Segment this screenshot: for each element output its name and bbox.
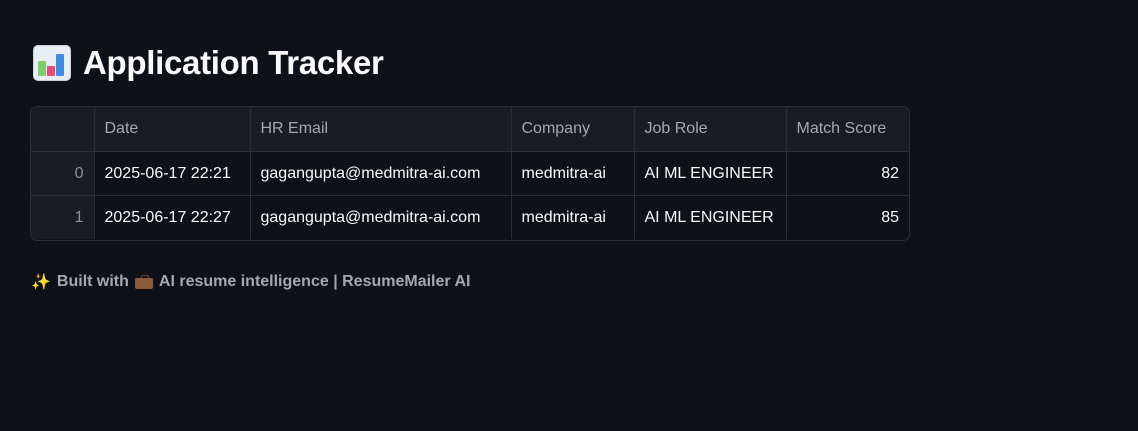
data-table[interactable]: Date HR Email Company Job Role Match Sco…	[30, 106, 910, 241]
column-header-match-score[interactable]: Match Score	[786, 107, 909, 152]
column-header-date[interactable]: Date	[94, 107, 251, 152]
footer: ✨ Built with AI resume intelligence | Re…	[31, 272, 470, 292]
column-header-job-role[interactable]: Job Role	[634, 107, 787, 152]
cell-job-role[interactable]: AI ML ENGINEER	[634, 195, 787, 239]
cell-hr-email[interactable]: gagangupta@medmitra-ai.com	[250, 195, 512, 239]
cell-date[interactable]: 2025-06-17 22:21	[94, 151, 251, 196]
row-index: 0	[31, 151, 95, 196]
column-header-hr-email[interactable]: HR Email	[250, 107, 512, 152]
cell-hr-email[interactable]: gagangupta@medmitra-ai.com	[250, 151, 512, 196]
cell-company[interactable]: medmitra-ai	[511, 151, 635, 196]
cell-company[interactable]: medmitra-ai	[511, 195, 635, 239]
row-index: 1	[31, 195, 95, 239]
app-page: Application Tracker Date HR Email Compan…	[0, 0, 1138, 431]
sparkles-icon: ✨	[31, 274, 51, 291]
title-row: Application Tracker	[33, 44, 384, 82]
cell-match-score[interactable]: 82	[786, 151, 909, 196]
footer-built-with: Built with	[56, 273, 129, 290]
footer-text: AI resume intelligence | ResumeMailer AI	[158, 273, 471, 290]
table-row[interactable]: 0 2025-06-17 22:21 gagangupta@medmitra-a…	[31, 151, 909, 196]
bar-chart-icon	[33, 45, 71, 81]
table-header-row: Date HR Email Company Job Role Match Sco…	[31, 107, 909, 152]
cell-date[interactable]: 2025-06-17 22:27	[94, 195, 251, 239]
column-header-index[interactable]	[31, 107, 95, 152]
briefcase-icon	[134, 275, 153, 289]
cell-job-role[interactable]: AI ML ENGINEER	[634, 151, 787, 196]
page-title: Application Tracker	[83, 44, 384, 81]
cell-match-score[interactable]: 85	[786, 196, 909, 240]
table-row[interactable]: 1 2025-06-17 22:27 gagangupta@medmitra-a…	[31, 195, 909, 240]
column-header-company[interactable]: Company	[511, 107, 635, 152]
